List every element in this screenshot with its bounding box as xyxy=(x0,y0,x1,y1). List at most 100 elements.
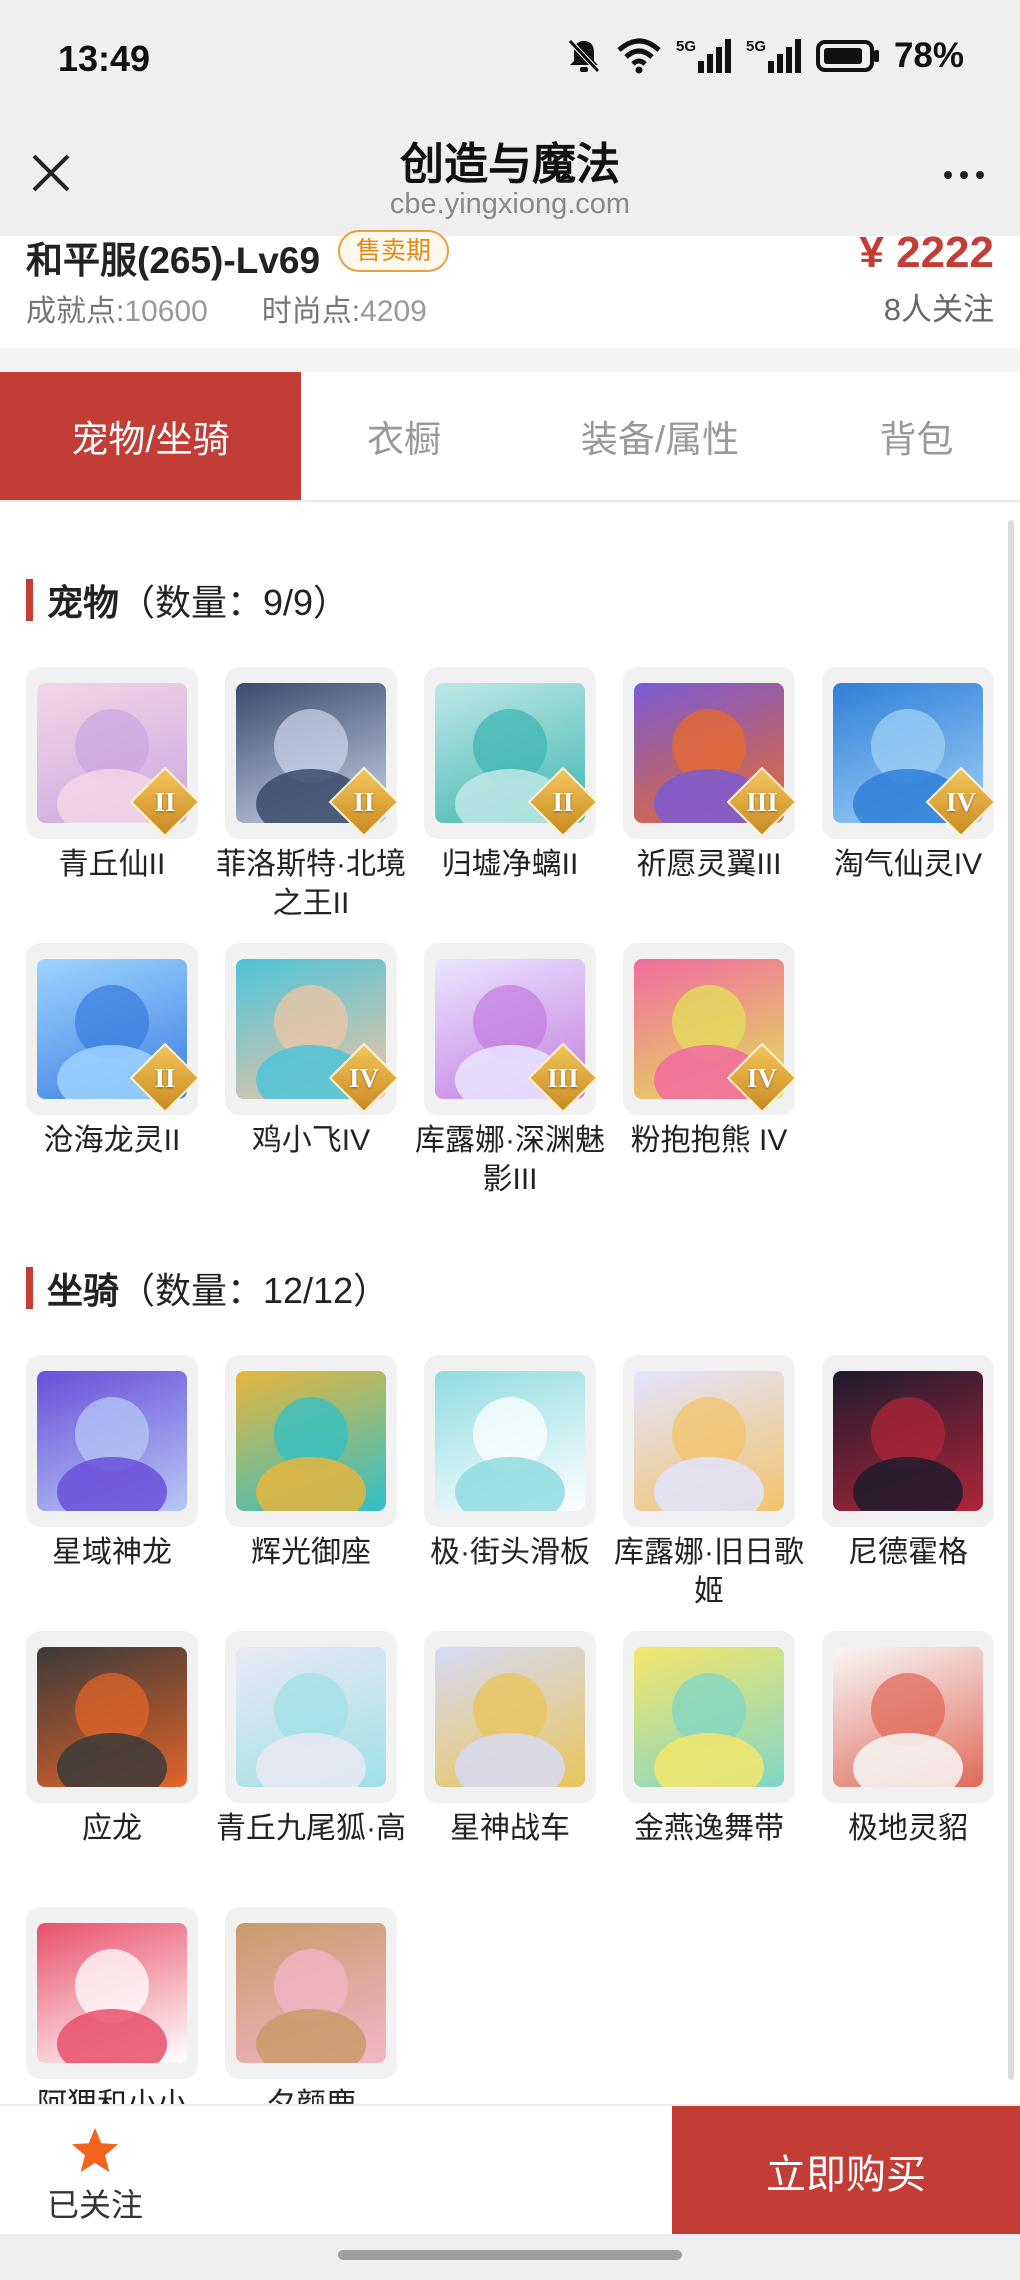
mounts-item[interactable]: 辉光御座 xyxy=(225,1355,423,1572)
mounts-image xyxy=(236,1647,386,1787)
mounts-image xyxy=(634,1647,784,1787)
mounts-name: 青丘九尾狐·高 xyxy=(216,1812,406,1845)
mounts-item[interactable]: 应龙 xyxy=(26,1631,224,1848)
pets-thumbnail: II xyxy=(26,943,198,1115)
grade-label: III xyxy=(547,1062,579,1093)
mounts-item[interactable]: 极地灵貂 xyxy=(822,1631,1020,1848)
pets-name: 归墟净螭II xyxy=(441,848,579,881)
tab-bar: 宠物/坐骑 衣橱 装备/属性 背包 xyxy=(0,372,1020,502)
more-dots-icon[interactable] xyxy=(934,150,994,200)
pets-item[interactable]: II 青丘仙II xyxy=(26,667,224,884)
follow-label: 已关注 xyxy=(46,2187,143,2223)
mounts-title: 坐骑 xyxy=(47,1270,120,1311)
mounts-name: 阿狸和小小 xyxy=(13,2085,211,2104)
mounts-image xyxy=(37,1647,187,1787)
mounts-name: 尼德霍格 xyxy=(848,1536,968,1569)
mounts-name: 应龙 xyxy=(82,1812,142,1845)
mounts-thumbnail xyxy=(26,1631,198,1803)
tab-pets-mounts[interactable]: 宠物/坐骑 xyxy=(0,372,301,500)
mounts-thumbnail xyxy=(225,1355,397,1527)
signal-icon-2: 5G xyxy=(746,38,801,73)
pets-name: 鸡小飞IV xyxy=(251,1124,371,1157)
page-title: 创造与魔法 xyxy=(400,140,620,189)
follow-button[interactable]: 已关注 xyxy=(30,2126,160,2226)
mounts-section-header: 坐骑 （数量：12/12） xyxy=(26,1262,389,1314)
pets-item[interactable]: II 菲洛斯特·北境之王II xyxy=(216,667,423,923)
tab-equipment[interactable]: 装备/属性 xyxy=(507,372,813,500)
signal-label-1: 5G xyxy=(676,38,696,55)
mounts-item[interactable]: 阿狸和小小 xyxy=(26,1907,224,2104)
mounts-item[interactable]: 库露娜·旧日歌姬 xyxy=(614,1355,821,1611)
pets-thumbnail: III xyxy=(623,667,795,839)
mounts-item[interactable]: 尼德霍格 xyxy=(822,1355,1020,1572)
section-accent-bar xyxy=(26,1267,33,1309)
pets-name: 粉抱抱熊 IV xyxy=(630,1124,788,1157)
mounts-thumbnail xyxy=(225,1631,397,1803)
mounts-thumbnail xyxy=(822,1355,994,1527)
mounts-item[interactable]: 星域神龙 xyxy=(26,1355,224,1572)
mounts-thumbnail xyxy=(225,1907,397,2079)
pets-section-header: 宠物 （数量：9/9） xyxy=(26,574,349,626)
mounts-image xyxy=(833,1371,983,1511)
mounts-thumbnail xyxy=(822,1631,994,1803)
mounts-thumbnail xyxy=(623,1631,795,1803)
pets-thumbnail: IV xyxy=(225,943,397,1115)
mounts-name: 极地灵貂 xyxy=(848,1812,968,1845)
tab-backpack[interactable]: 背包 xyxy=(813,372,1020,500)
grade-label: II xyxy=(154,786,176,817)
achievement-label: 成就点: xyxy=(26,295,125,328)
tab-wardrobe[interactable]: 衣橱 xyxy=(301,372,507,500)
browser-header: 13:49 5G 5G 78% 创造与魔法 cbe.yingxiong.com xyxy=(0,0,1020,236)
pets-item[interactable]: IV 淘气仙灵IV xyxy=(822,667,1020,884)
mounts-thumbnail xyxy=(26,1355,198,1527)
pets-name: 青丘仙II xyxy=(58,848,166,881)
follower-count: 8人关注 xyxy=(883,292,994,327)
pets-name: 祈愿灵翼III xyxy=(636,848,782,881)
mounts-name: 星域神龙 xyxy=(52,1536,172,1569)
points-stats: 成就点:10600 时尚点:4209 xyxy=(26,286,427,330)
pets-item[interactable]: IV 鸡小飞IV xyxy=(225,943,423,1160)
mounts-item[interactable]: 青丘九尾狐·高 xyxy=(216,1631,423,1848)
mounts-thumbnail xyxy=(424,1631,596,1803)
content-area[interactable]: 宠物 （数量：9/9） II 青丘仙II II 菲洛斯特·北境之王II II 归墟净螭II… xyxy=(0,502,1020,2104)
mounts-image xyxy=(833,1647,983,1787)
pets-name: 淘气仙灵IV xyxy=(833,848,983,881)
battery-percent: 78% xyxy=(893,36,964,75)
grade-label: II xyxy=(552,786,574,817)
pets-item[interactable]: IV 粉抱抱熊 IV xyxy=(623,943,821,1160)
scrollbar[interactable] xyxy=(1008,520,1014,2080)
pets-name: 沧海龙灵II xyxy=(43,1124,181,1157)
wifi-icon xyxy=(617,38,661,74)
status-icons: 5G 5G 78% xyxy=(566,36,964,76)
status-time: 13:49 xyxy=(58,38,151,79)
home-indicator[interactable] xyxy=(338,2250,682,2260)
pets-item[interactable]: II 沧海龙灵II xyxy=(26,943,224,1160)
mounts-item[interactable]: 夕颜鹿 xyxy=(225,1907,423,2104)
pets-item[interactable]: II 归墟净螭II xyxy=(424,667,622,884)
mounts-name: 极·街头滑板 xyxy=(430,1536,590,1569)
page-url: cbe.yingxiong.com xyxy=(389,188,631,220)
pets-item[interactable]: III 祈愿灵翼III xyxy=(623,667,821,884)
battery-icon xyxy=(815,40,879,72)
buy-now-button[interactable]: 立即购买 xyxy=(672,2106,1020,2236)
mounts-name: 库露娜·旧日歌姬 xyxy=(614,1536,804,1608)
achievement-value: 10600 xyxy=(124,295,208,328)
pets-item[interactable]: III 库露娜·深渊魅影III xyxy=(415,943,622,1199)
mounts-item[interactable]: 金燕逸舞带 xyxy=(623,1631,821,1848)
pets-title: 宠物 xyxy=(47,582,120,623)
grade-label: II xyxy=(154,1062,176,1093)
status-badge: 售卖期 xyxy=(338,230,450,272)
listing-summary: 和平服(265)-Lv69 售卖期 ¥ 2222 成就点:10600 时尚点:42… xyxy=(0,228,1020,348)
grade-label: II xyxy=(353,786,375,817)
mounts-thumbnail xyxy=(26,1907,198,2079)
pets-thumbnail: II xyxy=(26,667,198,839)
pets-thumbnail: IV xyxy=(822,667,994,839)
divider xyxy=(0,348,1020,372)
mounts-item[interactable]: 星神战车 xyxy=(424,1631,622,1848)
pets-name: 菲洛斯特·北境之王II xyxy=(216,848,406,920)
fashion-value: 4209 xyxy=(360,295,427,328)
price: ¥ 2222 xyxy=(859,228,994,277)
mounts-image xyxy=(435,1371,585,1511)
mounts-thumbnail xyxy=(424,1355,596,1527)
mounts-item[interactable]: 极·街头滑板 xyxy=(424,1355,622,1572)
